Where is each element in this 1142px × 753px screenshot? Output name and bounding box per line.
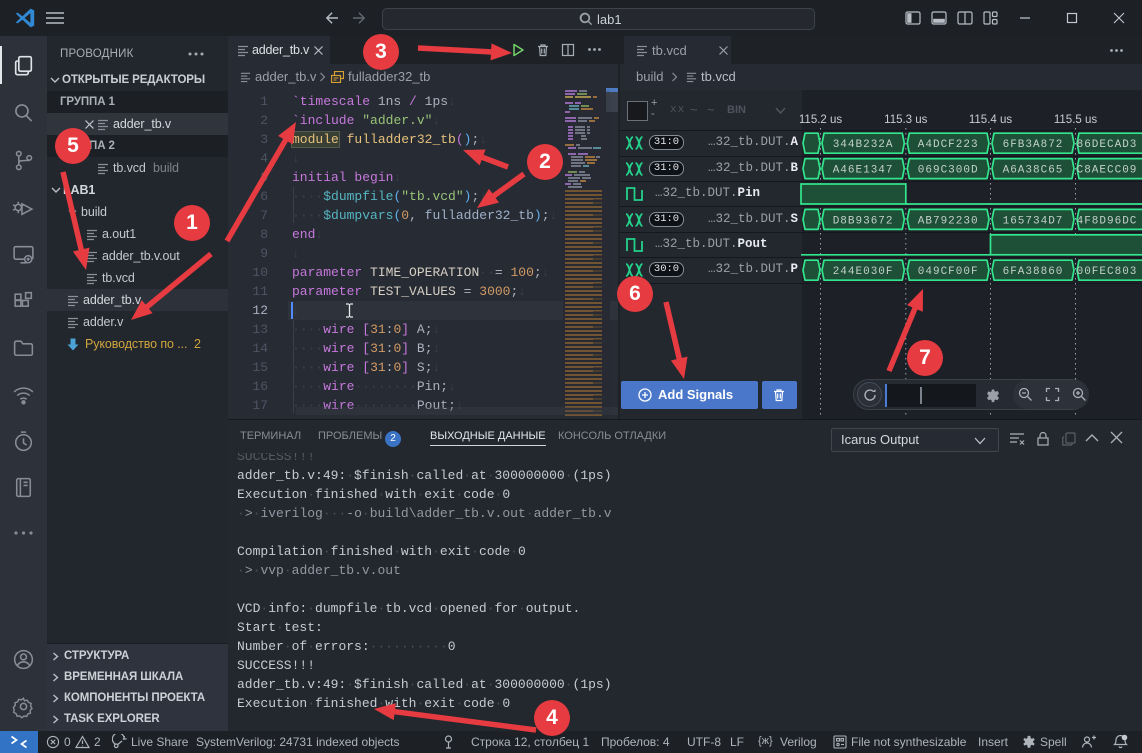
svg-text:6FB3A872: 6FB3A872 bbox=[1003, 139, 1064, 151]
svg-text:6FA38860: 6FA38860 bbox=[1003, 266, 1064, 278]
svg-text:00FEC803: 00FEC803 bbox=[1077, 266, 1138, 278]
svg-text:115.5 us: 115.5 us bbox=[1054, 114, 1098, 126]
svg-text:AB792230: AB792230 bbox=[918, 215, 979, 227]
svg-text:049CF00F: 049CF00F bbox=[918, 266, 979, 278]
svg-text:115.4 us: 115.4 us bbox=[969, 114, 1013, 126]
svg-text:069C300D: 069C300D bbox=[918, 165, 979, 177]
svg-text:A46E1347: A46E1347 bbox=[833, 165, 894, 177]
svg-text:344B232A: 344B232A bbox=[833, 139, 894, 151]
svg-text:4F8D96DC: 4F8D96DC bbox=[1077, 215, 1138, 227]
svg-text:A4DCF223: A4DCF223 bbox=[918, 139, 979, 151]
svg-text:86DECAD3: 86DECAD3 bbox=[1077, 139, 1138, 151]
svg-text:C8AECC09: C8AECC09 bbox=[1077, 165, 1138, 177]
svg-text:D8B93672: D8B93672 bbox=[833, 215, 894, 227]
svg-text:A6A38C65: A6A38C65 bbox=[1003, 165, 1064, 177]
svg-text:165734D7: 165734D7 bbox=[1003, 215, 1064, 227]
svg-text:244E030F: 244E030F bbox=[833, 266, 894, 278]
svg-text:115.3 us: 115.3 us bbox=[884, 114, 928, 126]
svg-text:115.2 us: 115.2 us bbox=[800, 114, 842, 126]
